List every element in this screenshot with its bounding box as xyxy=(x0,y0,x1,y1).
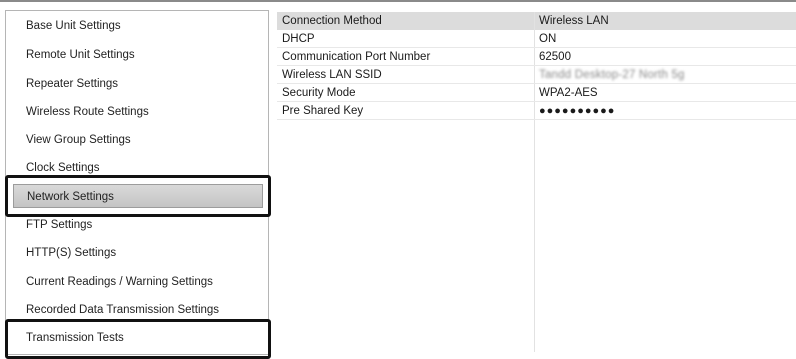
property-grid: Connection Method Wireless LAN DHCP ON C… xyxy=(277,12,796,352)
nav-item-wireless-route-settings[interactable]: Wireless Route Settings xyxy=(13,100,263,124)
property-name: Wireless LAN SSID xyxy=(282,69,382,81)
highlight-frame-network-settings xyxy=(5,175,271,217)
window-top-border xyxy=(0,0,796,2)
property-name: Connection Method xyxy=(277,12,534,30)
property-name: DHCP xyxy=(282,33,315,45)
nav-item-base-unit-settings[interactable]: Base Unit Settings xyxy=(13,14,263,38)
property-name: Communication Port Number xyxy=(282,51,431,63)
property-row-wireless-lan-ssid[interactable]: Wireless LAN SSID Tandd Desktop-27 North… xyxy=(277,66,796,84)
property-value[interactable]: ON xyxy=(535,30,796,48)
property-row-connection-method[interactable]: Connection Method Wireless LAN xyxy=(277,12,796,30)
property-name: Security Mode xyxy=(282,87,356,99)
nav-item-https-settings[interactable]: HTTP(S) Settings xyxy=(13,241,263,265)
property-row-pre-shared-key[interactable]: Pre Shared Key ●●●●●●●●●● xyxy=(277,102,796,120)
property-value[interactable]: Wireless LAN xyxy=(535,12,796,30)
property-row-security-mode[interactable]: Security Mode WPA2-AES xyxy=(277,84,796,102)
nav-item-remote-unit-settings[interactable]: Remote Unit Settings xyxy=(13,43,263,67)
nav-item-current-readings-warning-settings[interactable]: Current Readings / Warning Settings xyxy=(13,270,263,294)
property-name: Pre Shared Key xyxy=(282,105,364,117)
highlight-frame-transmission-tests xyxy=(5,319,271,359)
property-row-dhcp[interactable]: DHCP ON xyxy=(277,30,796,48)
property-value[interactable]: WPA2-AES xyxy=(535,84,796,102)
row-divider xyxy=(277,119,796,120)
property-value-masked-key[interactable]: ●●●●●●●●●● xyxy=(535,102,796,120)
nav-item-view-group-settings[interactable]: View Group Settings xyxy=(13,128,263,152)
nav-item-repeater-settings[interactable]: Repeater Settings xyxy=(13,72,263,96)
property-value-blurred-ssid[interactable]: Tandd Desktop-27 North 5g xyxy=(535,66,796,84)
property-value[interactable]: 62500 xyxy=(535,48,796,66)
property-row-communication-port-number[interactable]: Communication Port Number 62500 xyxy=(277,48,796,66)
